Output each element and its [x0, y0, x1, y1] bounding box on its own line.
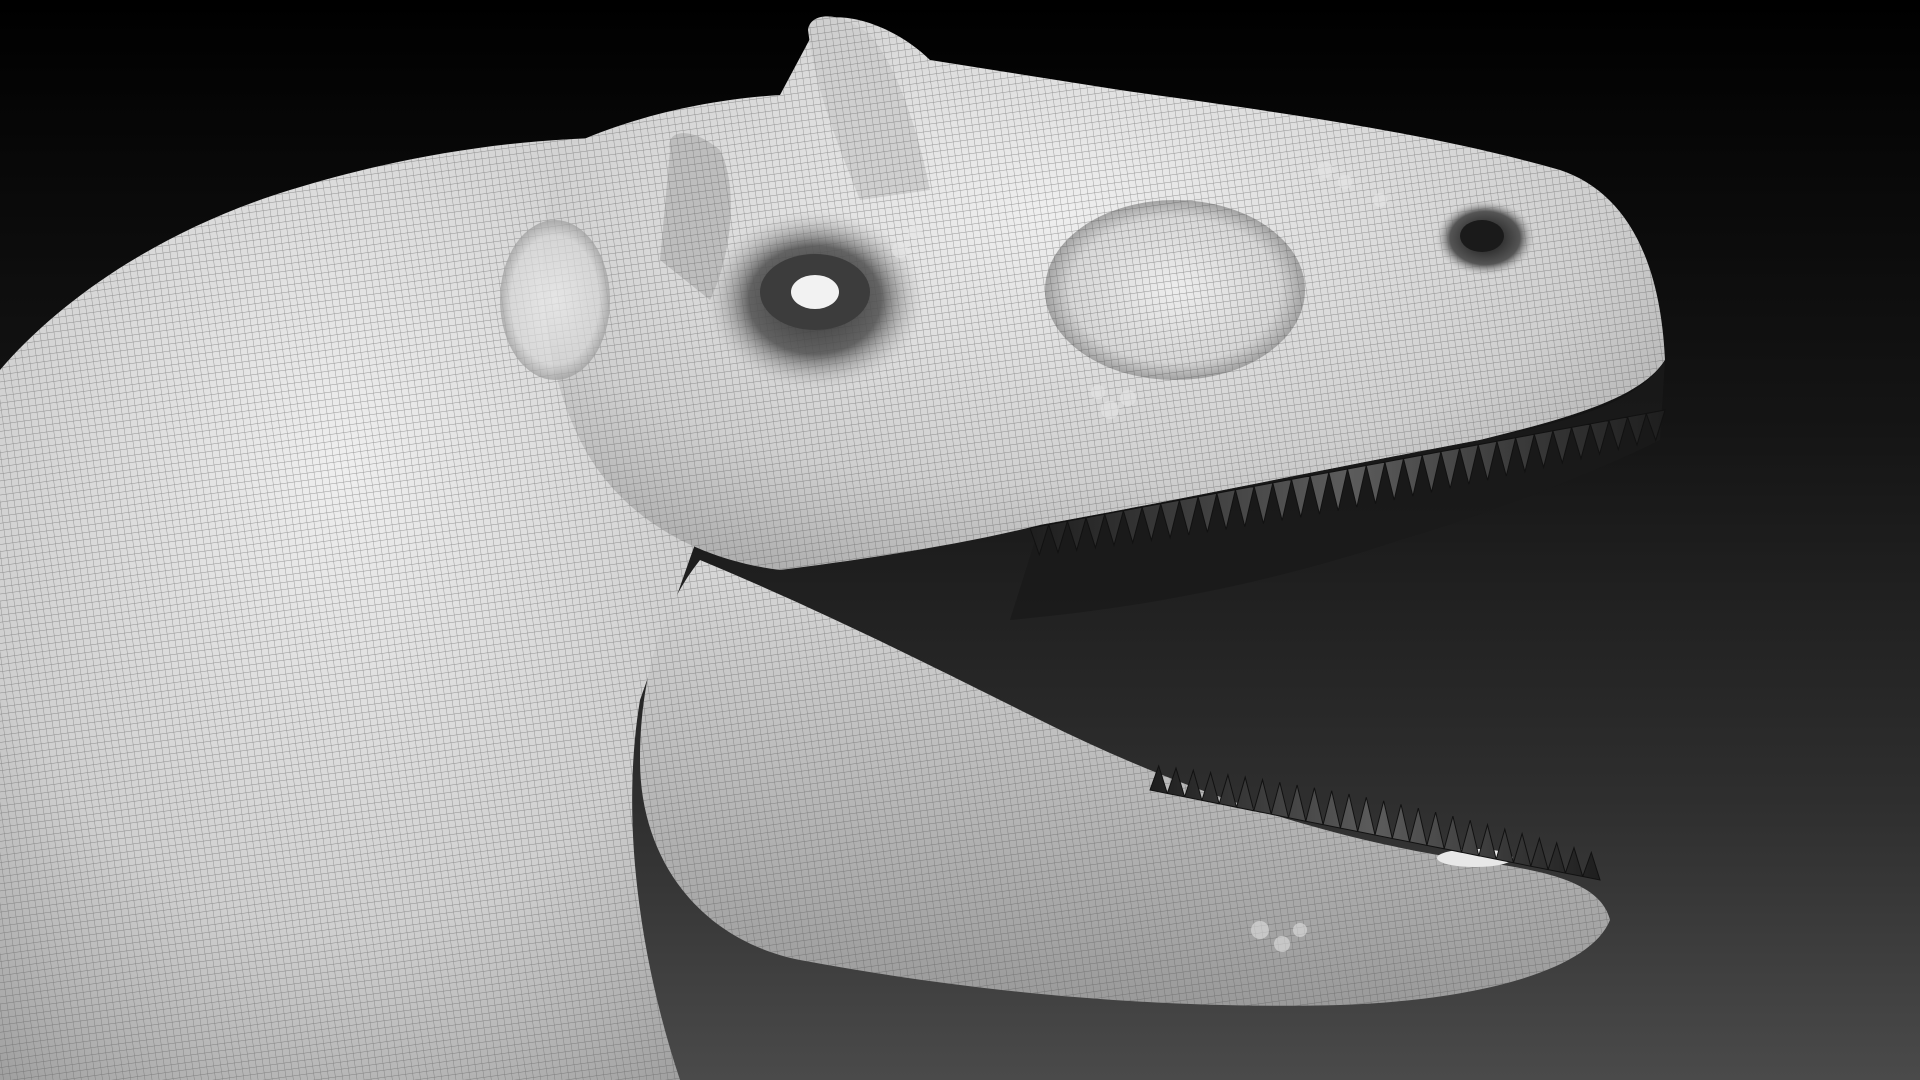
eye-icon: [791, 275, 839, 309]
lower-jaw-shape: [640, 560, 1610, 1006]
nostril: [1435, 200, 1535, 276]
sculpt-viewport[interactable]: [0, 0, 1920, 1080]
eye-group: [705, 210, 925, 390]
dinosaur-head-render: [0, 16, 1666, 1080]
